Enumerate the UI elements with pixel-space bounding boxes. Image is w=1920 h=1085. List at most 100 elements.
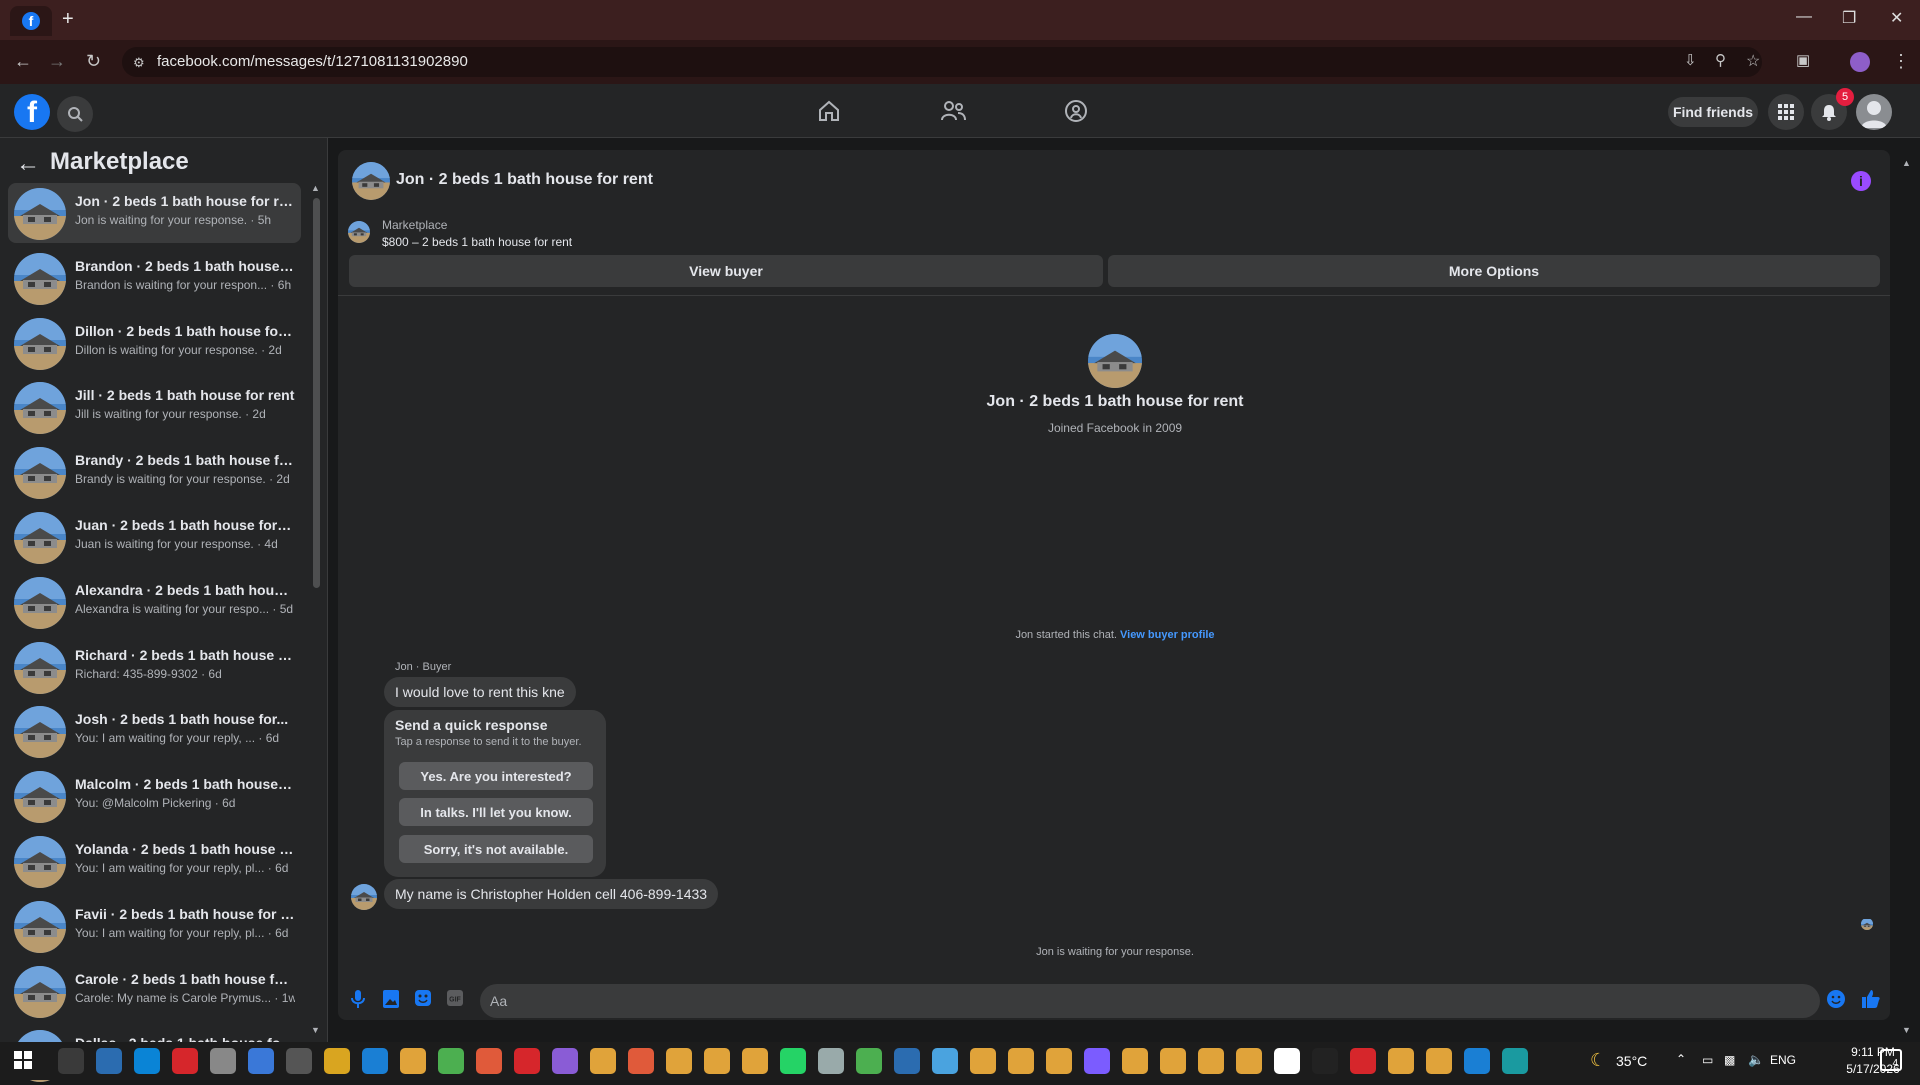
taskbar-app-icon[interactable]	[514, 1048, 540, 1074]
taskbar-app-icon[interactable]	[1236, 1048, 1262, 1074]
chat-header-title[interactable]: Jon · 2 beds 1 bath house for rent	[396, 171, 653, 189]
taskbar-app-icon[interactable]	[1502, 1048, 1528, 1074]
conversation-item[interactable]: Brandon · 2 beds 1 bath house f... Brando…	[8, 248, 301, 308]
conversation-item[interactable]: Jon · 2 beds 1 bath house for rent Jon is…	[8, 183, 301, 243]
groups-icon[interactable]	[1063, 98, 1089, 129]
profile-avatar[interactable]	[1088, 334, 1142, 388]
taskbar-app-icon[interactable]	[58, 1048, 84, 1074]
taskbar-app-icon[interactable]	[856, 1048, 882, 1074]
back-icon[interactable]: ←	[14, 51, 32, 72]
taskbar-app-icon[interactable]	[1198, 1048, 1224, 1074]
emoji-icon[interactable]	[1826, 989, 1846, 1014]
browser-menu-icon[interactable]: ⋮	[1892, 51, 1910, 72]
sticker-icon[interactable]	[414, 989, 432, 1012]
new-tab-icon[interactable]: +	[62, 8, 74, 31]
chat-header-avatar[interactable]	[352, 162, 390, 200]
photo-icon[interactable]	[382, 989, 400, 1014]
conversation-item[interactable]: Brandy · 2 beds 1 bath house for... Brand…	[8, 442, 301, 502]
gif-icon[interactable]: GIF	[446, 989, 464, 1012]
conversation-item[interactable]: Alexandra · 2 beds 1 bath house... Alexan…	[8, 572, 301, 632]
taskbar-app-icon[interactable]	[1388, 1048, 1414, 1074]
back-arrow-icon[interactable]: ←	[16, 150, 40, 178]
reload-icon[interactable]: ↻	[86, 51, 101, 72]
taskbar-app-icon[interactable]	[324, 1048, 350, 1074]
taskbar-app-icon[interactable]	[552, 1048, 578, 1074]
taskbar-app-icon[interactable]	[1312, 1048, 1338, 1074]
taskbar-app-icon[interactable]	[1122, 1048, 1148, 1074]
taskbar-app-icon[interactable]	[818, 1048, 844, 1074]
profile-icon[interactable]	[1850, 52, 1870, 72]
start-icon[interactable]	[14, 1051, 32, 1074]
taskbar-app-icon[interactable]	[400, 1048, 426, 1074]
weather-temperature[interactable]: 35°C	[1616, 1053, 1647, 1069]
browser-tab[interactable]: f	[10, 6, 52, 36]
taskbar-app-icon[interactable]	[1084, 1048, 1110, 1074]
bookmark-star-icon[interactable]: ☆	[1746, 51, 1760, 71]
taskbar-app-icon[interactable]	[210, 1048, 236, 1074]
taskbar-app-icon[interactable]	[590, 1048, 616, 1074]
install-icon[interactable]: ⇩	[1684, 51, 1697, 69]
notification-center-icon[interactable]: 4	[1880, 1049, 1902, 1071]
taskbar-app-icon[interactable]	[134, 1048, 160, 1074]
taskbar-app-icon[interactable]	[780, 1048, 806, 1074]
home-icon[interactable]	[816, 98, 842, 129]
taskbar-app-icon[interactable]	[970, 1048, 996, 1074]
conversation-item[interactable]: Dillon · 2 beds 1 bath house for ... Dill…	[8, 313, 301, 373]
scroll-down-icon[interactable]: ▼	[311, 1025, 320, 1035]
chat-scroll-up-icon[interactable]: ▲	[1902, 158, 1911, 168]
tab-search-icon[interactable]: ▣	[1796, 51, 1810, 69]
taskbar-app-icon[interactable]	[1160, 1048, 1186, 1074]
more-options-button[interactable]: More Options	[1108, 255, 1880, 287]
quick-reply-in-talks-button[interactable]: In talks. I'll let you know.	[399, 798, 593, 826]
chat-scroll-down-icon[interactable]: ▼	[1902, 1025, 1911, 1035]
conversation-item[interactable]: Favii · 2 beds 1 bath house for re... You…	[8, 896, 301, 956]
tray-overflow-icon[interactable]: ⌃	[1676, 1052, 1686, 1066]
sidebar-scrollbar[interactable]	[313, 198, 320, 588]
close-window-icon[interactable]: ✕	[1890, 8, 1903, 28]
network-icon[interactable]: ▩	[1724, 1053, 1735, 1067]
conversation-item[interactable]: Malcolm · 2 beds 1 bath house f... You: @…	[8, 766, 301, 826]
taskbar-app-icon[interactable]	[286, 1048, 312, 1074]
taskbar-app-icon[interactable]	[628, 1048, 654, 1074]
conversation-item[interactable]: Carole · 2 beds 1 bath house for ... Caro…	[8, 961, 301, 1021]
taskbar-app-icon[interactable]	[1350, 1048, 1376, 1074]
account-avatar[interactable]	[1856, 94, 1892, 130]
taskbar-app-icon[interactable]	[742, 1048, 768, 1074]
message-input[interactable]: Aa	[480, 984, 1820, 1018]
quick-reply-yes-button[interactable]: Yes. Are you interested?	[399, 762, 593, 790]
taskbar-app-icon[interactable]	[362, 1048, 388, 1074]
taskbar-app-icon[interactable]	[1046, 1048, 1072, 1074]
menu-grid-icon[interactable]	[1768, 94, 1804, 130]
friends-icon[interactable]	[939, 98, 967, 129]
search-icon[interactable]	[57, 96, 93, 132]
listing-thumbnail[interactable]	[348, 221, 370, 243]
taskbar-app-icon[interactable]	[172, 1048, 198, 1074]
conversation-item[interactable]: Richard · 2 beds 1 bath house fo... Richa…	[8, 637, 301, 697]
zoom-icon[interactable]: ⚲	[1715, 51, 1726, 69]
taskbar-app-icon[interactable]	[1426, 1048, 1452, 1074]
url-text[interactable]: facebook.com/messages/t/1271081131902890	[157, 53, 468, 70]
taskbar-app-icon[interactable]	[438, 1048, 464, 1074]
display-icon[interactable]: ▭	[1702, 1053, 1713, 1067]
taskbar-app-icon[interactable]	[704, 1048, 730, 1074]
listing-title[interactable]: $800 – 2 beds 1 bath house for rent	[382, 235, 572, 249]
conversation-item[interactable]: Josh · 2 beds 1 bath house for... You: I …	[8, 701, 301, 761]
taskbar-app-icon[interactable]	[96, 1048, 122, 1074]
view-buyer-button[interactable]: View buyer	[349, 255, 1103, 287]
quick-reply-not-available-button[interactable]: Sorry, it's not available.	[399, 835, 593, 863]
view-buyer-profile-link[interactable]: View buyer profile	[1120, 629, 1215, 641]
facebook-logo[interactable]: f	[14, 94, 50, 130]
conversation-item[interactable]: Yolanda · 2 beds 1 bath house fo... You: …	[8, 831, 301, 891]
taskbar-app-icon[interactable]	[932, 1048, 958, 1074]
like-icon[interactable]	[1861, 989, 1881, 1014]
microphone-icon[interactable]	[350, 989, 366, 1014]
site-info-icon[interactable]: ⚙	[133, 55, 145, 71]
info-icon[interactable]: i	[1851, 171, 1871, 191]
taskbar-app-icon[interactable]	[1274, 1048, 1300, 1074]
taskbar-app-icon[interactable]	[894, 1048, 920, 1074]
volume-icon[interactable]: 🔈	[1748, 1052, 1764, 1068]
find-friends-button[interactable]: Find friends	[1668, 97, 1758, 127]
forward-icon[interactable]: →	[48, 51, 66, 72]
taskbar-app-icon[interactable]	[666, 1048, 692, 1074]
minimize-icon[interactable]: —	[1796, 8, 1812, 26]
